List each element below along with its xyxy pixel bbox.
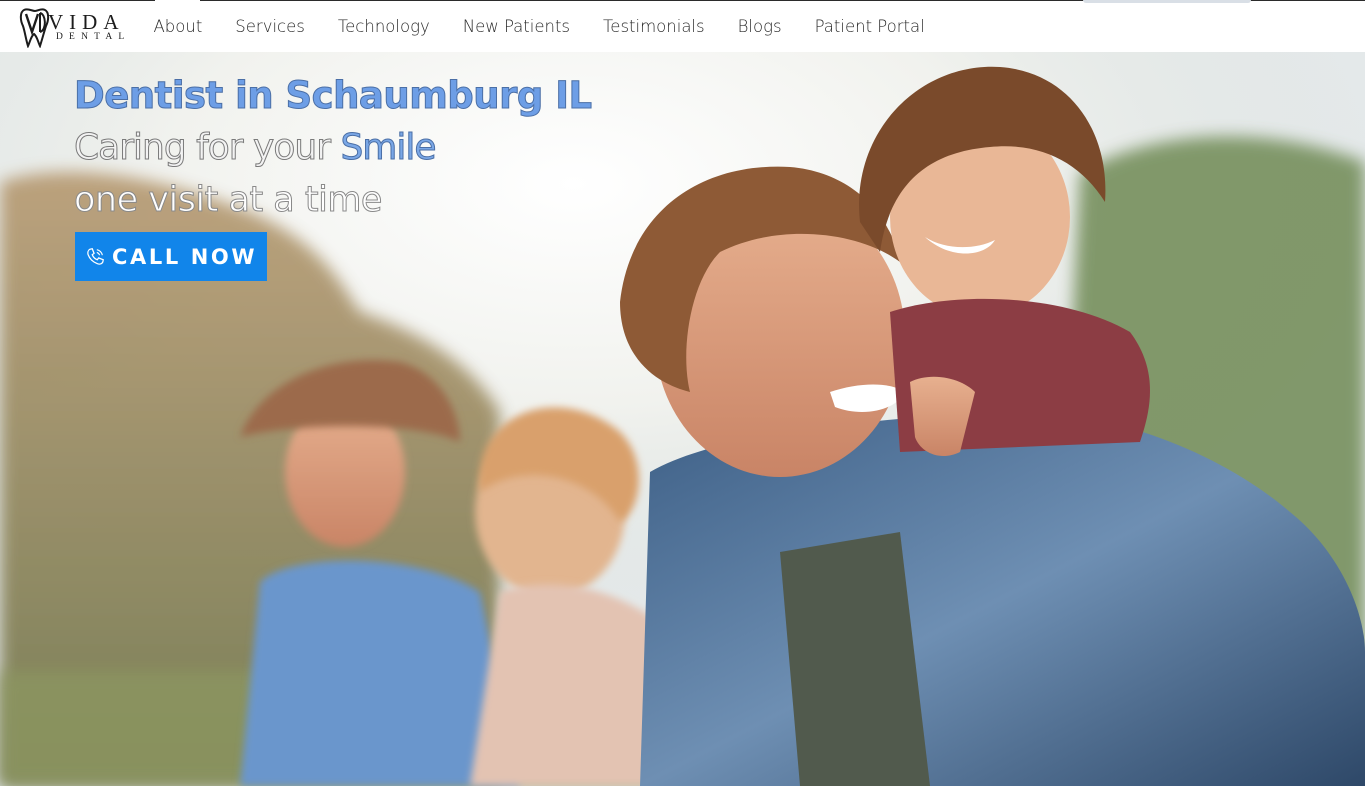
hero-tagline-accent: Smile	[340, 127, 437, 169]
brand-subtitle: DENTAL	[56, 32, 131, 42]
nav-item-about[interactable]: About	[137, 17, 219, 36]
hero-subtagline: one visit at a time	[74, 180, 383, 221]
nav-highlight-pill	[1083, 0, 1251, 3]
nav-item-services[interactable]: Services	[219, 17, 322, 36]
nav-item-testimonials[interactable]: Testimonials	[587, 17, 722, 36]
call-now-button[interactable]: CALL NOW	[75, 232, 267, 281]
nav-item-technology[interactable]: Technology	[321, 17, 446, 36]
brand-name: VIDA	[48, 10, 125, 34]
call-now-label: CALL NOW	[112, 244, 258, 269]
nav-item-blogs[interactable]: Blogs	[721, 17, 798, 36]
hero-tagline: Caring for your Smile	[73, 127, 437, 169]
hero-tagline-text: Caring for your	[73, 127, 341, 169]
site-logo[interactable]: VIDA DENTAL	[18, 6, 136, 48]
nav-top-border	[0, 0, 155, 1]
nav-item-new-patients[interactable]: New Patients	[446, 17, 586, 36]
hero-headline: Dentist in Schaumburg IL	[74, 74, 593, 118]
tooth-monogram-icon	[19, 8, 50, 48]
phone-icon	[87, 247, 104, 265]
hero-section: Dentist in Schaumburg IL Caring for your…	[0, 52, 1365, 786]
main-menu: About Services Technology New Patients T…	[137, 0, 941, 52]
top-nav: VIDA DENTAL About Services Technology Ne…	[0, 0, 1365, 52]
nav-item-patient-portal[interactable]: Patient Portal	[798, 17, 941, 36]
